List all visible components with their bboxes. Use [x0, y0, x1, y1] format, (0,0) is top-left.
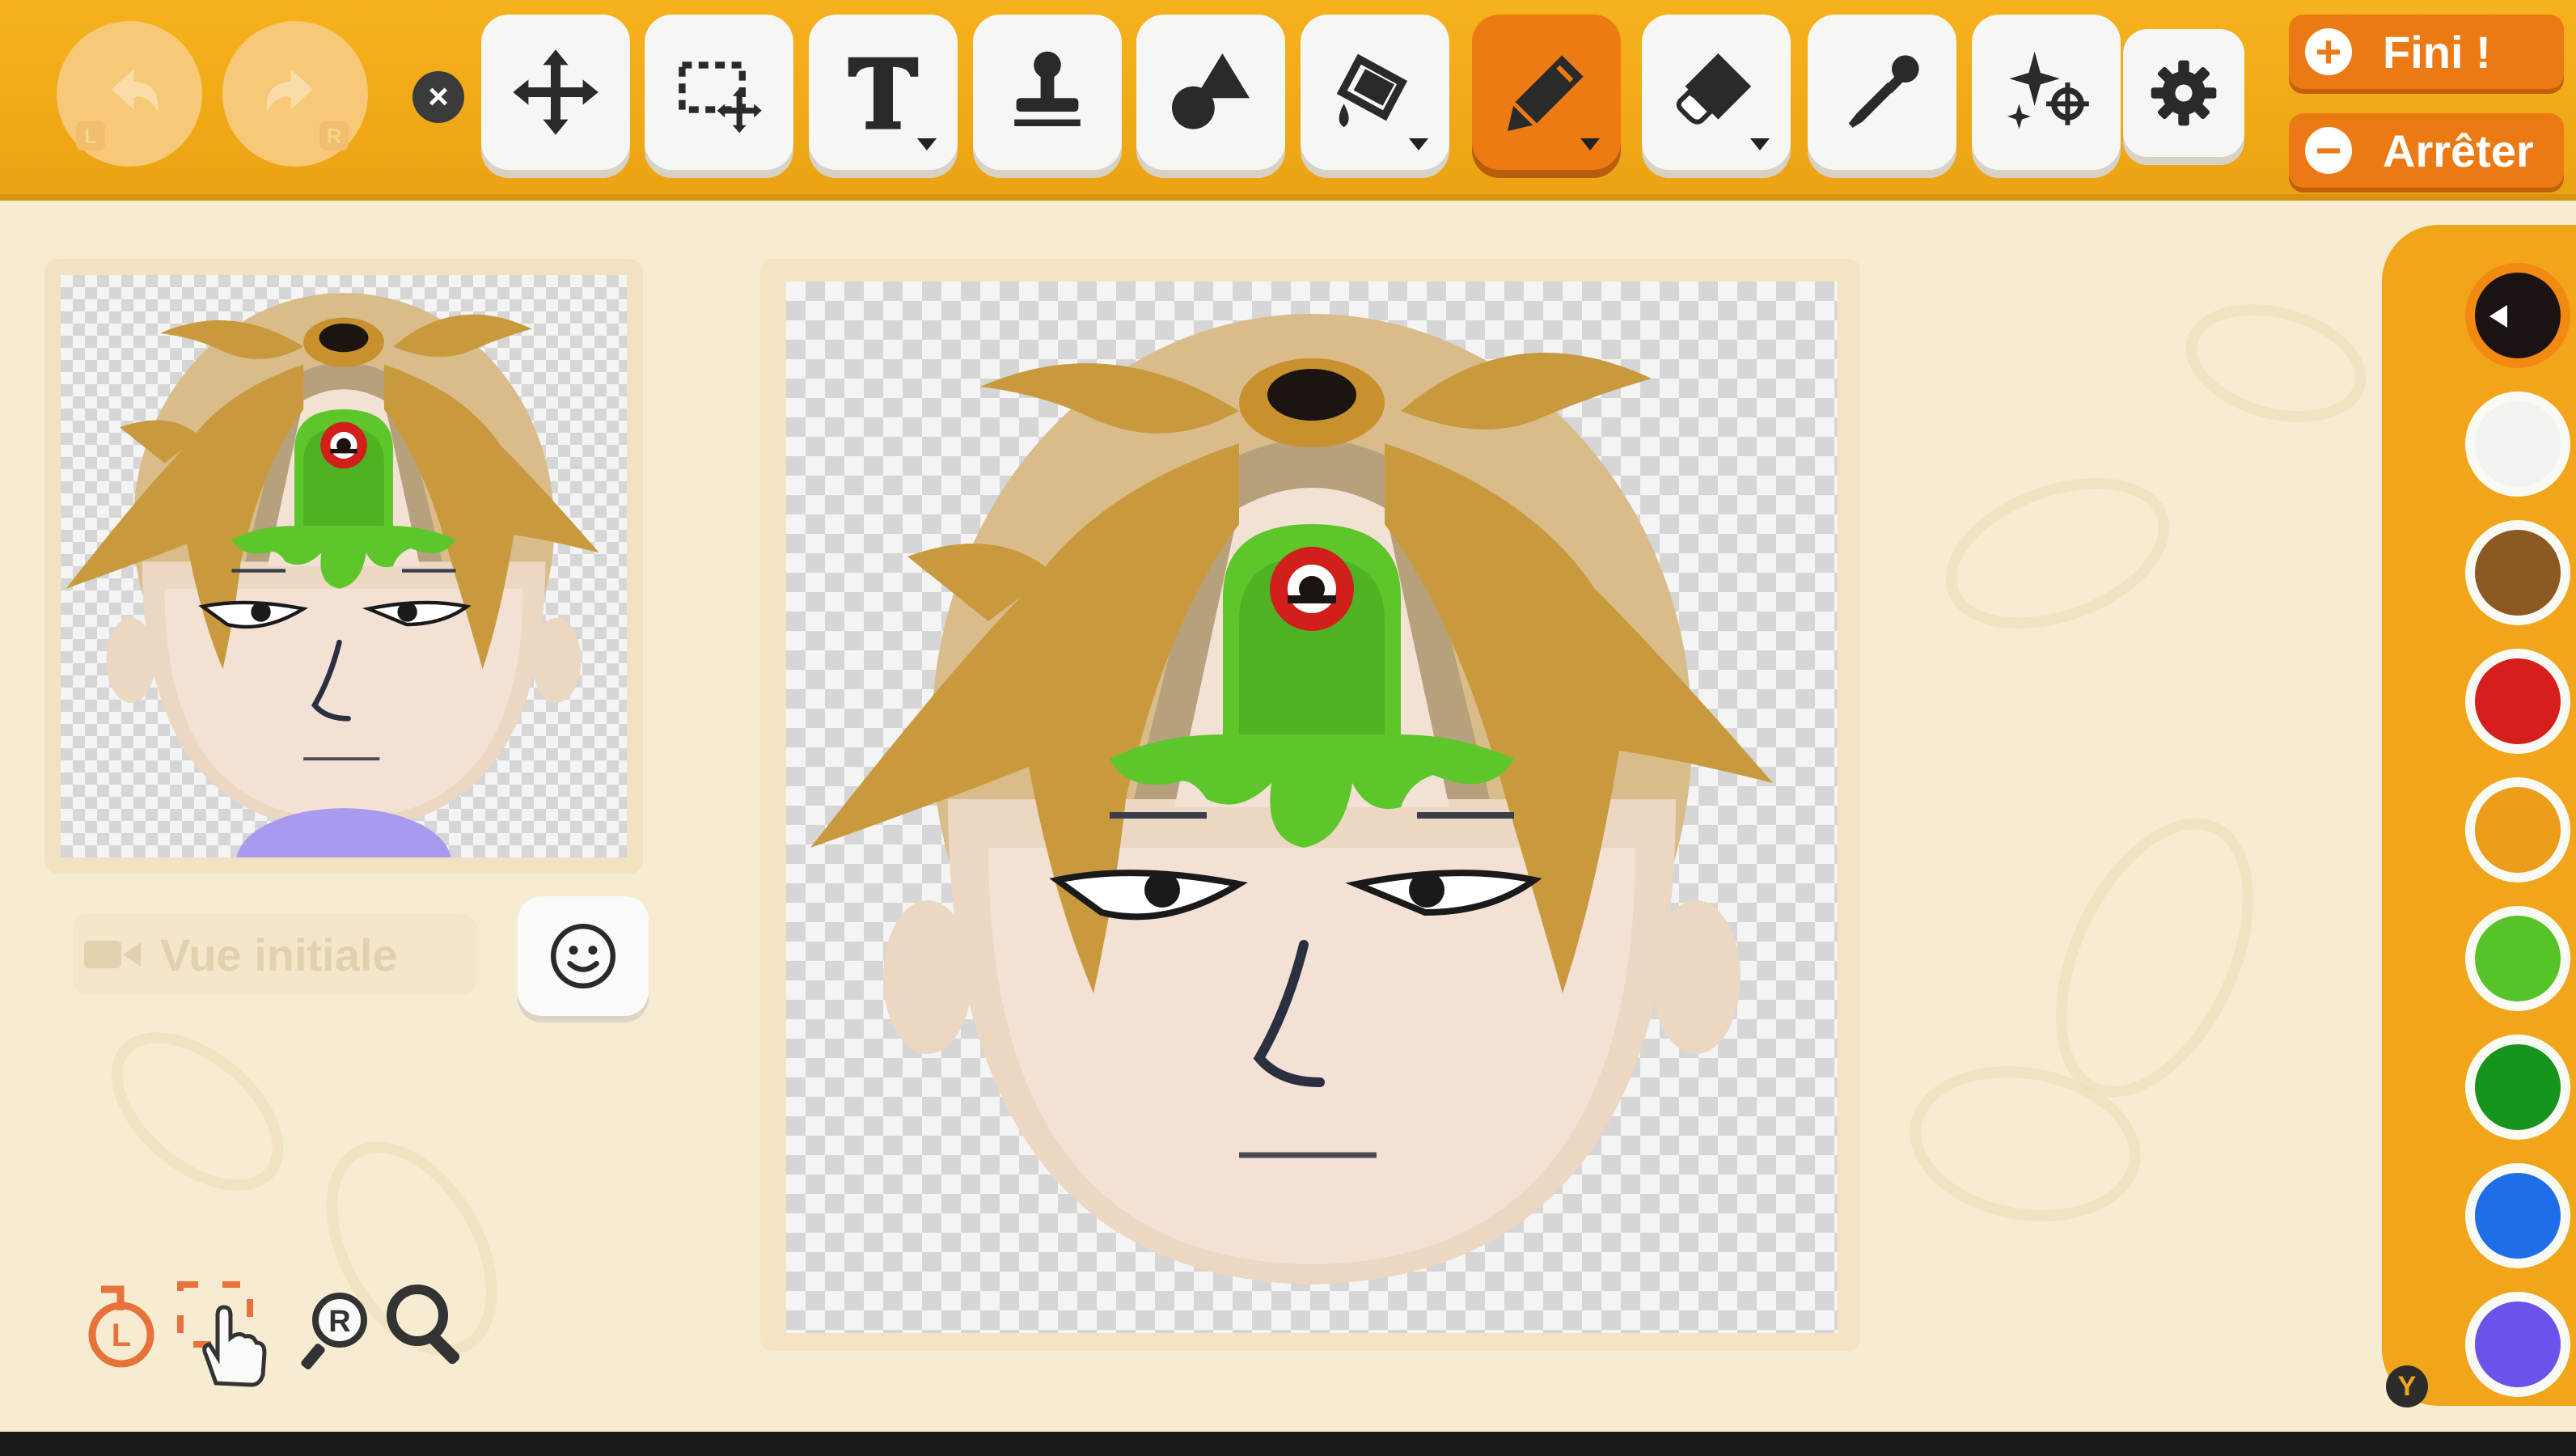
- caret-icon: [1409, 138, 1428, 150]
- l-button-reset-icon[interactable]: L: [77, 1278, 166, 1375]
- eraser-tool-button[interactable]: [1642, 15, 1791, 170]
- minus-icon: −: [2305, 127, 2352, 174]
- stamp-icon: [1014, 51, 1081, 126]
- marquee-select-icon: [679, 61, 762, 133]
- camera-icon: [84, 941, 141, 968]
- face-view-button[interactable]: [518, 896, 649, 1016]
- text-tool-button[interactable]: [809, 15, 958, 170]
- eyedropper-tool-button[interactable]: [1808, 15, 1956, 170]
- color-swatch-7[interactable]: [2465, 1163, 2570, 1268]
- smiley-icon: [550, 923, 616, 989]
- l-button-label: L: [76, 121, 105, 150]
- game-screen: L R × + Fini ! − Arrêter Vue initiale L …: [0, 0, 2576, 1432]
- color-swatch-3[interactable]: [2465, 649, 2570, 754]
- gear-icon: [2151, 60, 2217, 126]
- move-arrows-icon: [513, 49, 599, 135]
- r-button-label: R: [319, 121, 349, 150]
- background-doodle: [1924, 449, 2191, 658]
- plus-icon: +: [2305, 28, 2352, 75]
- select-tool-button[interactable]: [645, 15, 793, 170]
- color-swatch-5[interactable]: [2465, 906, 2570, 1011]
- caret-icon: [1580, 138, 1600, 150]
- caret-icon: [1750, 138, 1770, 150]
- paint-bucket-icon: [1336, 53, 1408, 128]
- background-doodle: [82, 1001, 313, 1222]
- r-button-zoom-icon[interactable]: R: [299, 1278, 388, 1375]
- y-button-icon: Y: [2386, 1365, 2428, 1407]
- stop-label: Arrêter: [2383, 125, 2534, 176]
- pen-tool-button[interactable]: [1472, 15, 1621, 170]
- finish-button[interactable]: + Fini !: [2289, 15, 2564, 89]
- color-swatch-1[interactable]: [2465, 392, 2570, 497]
- selected-arrow-icon: [2489, 305, 2507, 328]
- undo-button[interactable]: L: [57, 21, 202, 167]
- initial-view-label: Vue initiale: [160, 929, 398, 980]
- fill-tool-button[interactable]: [1301, 15, 1449, 170]
- redo-button[interactable]: R: [222, 21, 368, 167]
- pen-icon: [1508, 55, 1584, 131]
- preview-panel: [44, 259, 643, 874]
- grab-hand-icon[interactable]: [174, 1278, 279, 1391]
- color-swatch-0[interactable]: [2465, 263, 2570, 368]
- color-swatch-4[interactable]: [2465, 777, 2570, 882]
- r-label: R: [328, 1305, 350, 1339]
- toolbar: L R × + Fini ! − Arrêter: [0, 0, 2576, 201]
- color-swatch-2[interactable]: [2465, 520, 2570, 625]
- shapes-icon: [1172, 53, 1250, 129]
- color-swatch-6[interactable]: [2465, 1035, 2570, 1140]
- mii-preview-drawing: [61, 275, 627, 857]
- background-doodle: [2172, 285, 2379, 442]
- canvas-drawing: [786, 281, 1838, 1333]
- caret-icon: [917, 138, 937, 150]
- eyedropper-icon: [1848, 55, 1919, 128]
- close-x-button[interactable]: ×: [412, 71, 464, 123]
- stop-button[interactable]: − Arrêter: [2289, 113, 2564, 188]
- text-icon: [848, 57, 919, 129]
- finish-label: Fini !: [2383, 26, 2491, 78]
- effects-tool-button[interactable]: [1972, 15, 2121, 170]
- l-label: L: [112, 1318, 131, 1353]
- sparkle-target-icon: [2007, 51, 2089, 129]
- shapes-tool-button[interactable]: [1136, 15, 1285, 170]
- initial-view-button[interactable]: Vue initiale: [73, 914, 477, 995]
- eraser-icon: [1676, 53, 1752, 125]
- stamp-tool-button[interactable]: [973, 15, 1122, 170]
- mii-preview: [61, 275, 627, 857]
- x-icon: ×: [428, 77, 449, 116]
- magnifier-icon[interactable]: [380, 1278, 469, 1375]
- color-swatch-8[interactable]: [2465, 1292, 2570, 1397]
- settings-button[interactable]: [2123, 29, 2244, 157]
- drawing-canvas[interactable]: [786, 281, 1838, 1333]
- move-tool-button[interactable]: [481, 15, 630, 170]
